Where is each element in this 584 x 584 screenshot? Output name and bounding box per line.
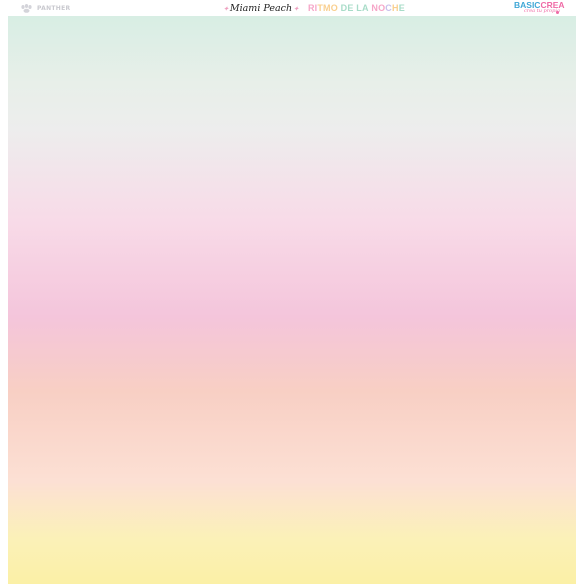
- right-flourish-icon: ✦: [293, 4, 299, 13]
- left-logo-text: PANTHER: [37, 4, 71, 12]
- product-name-text: Miami Peach: [229, 2, 293, 14]
- title-group: ✦Miami Peach✦ RITMO DE LA NOCHE: [222, 1, 405, 15]
- left-logo: PANTHER: [20, 2, 70, 14]
- collection-letter: D: [340, 3, 348, 13]
- brand-logo: BASICCREA crea tu propia: [514, 1, 565, 16]
- collection-letter: E: [398, 3, 405, 13]
- collection-letter: R: [307, 3, 315, 13]
- collection-letter: N: [371, 3, 379, 13]
- paper-sheet: PANTHER ✦Miami Peach✦ RITMO DE LA NOCHE …: [0, 0, 584, 584]
- left-flourish-icon: ✦: [223, 4, 229, 13]
- header-bar: PANTHER ✦Miami Peach✦ RITMO DE LA NOCHE …: [0, 0, 584, 16]
- product-name: ✦Miami Peach✦: [222, 3, 300, 14]
- brand-tagline: crea tu propia: [524, 8, 560, 14]
- collection-letter: M: [323, 3, 331, 13]
- collection-letter: C: [385, 3, 392, 13]
- collection-letter: A: [361, 3, 369, 13]
- collection-letter: O: [378, 3, 386, 13]
- collection-name: RITMO DE LA NOCHE: [308, 3, 405, 13]
- collection-letter: O: [330, 3, 338, 13]
- paw-icon: [20, 3, 34, 13]
- brand-dot-icon: [556, 11, 559, 14]
- ombre-gradient-swatch: [8, 16, 576, 584]
- collection-letter: H: [391, 3, 399, 13]
